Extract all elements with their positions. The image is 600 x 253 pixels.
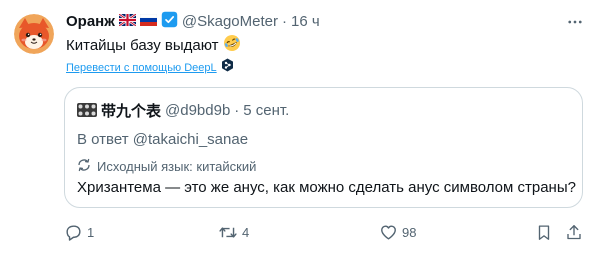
repost-button[interactable]: 4 <box>218 220 249 244</box>
deepl-icon <box>221 58 234 77</box>
quoted-header-separator: · <box>234 101 240 119</box>
share-button[interactable] <box>565 220 583 244</box>
reply-icon <box>66 224 81 241</box>
quoted-author-handle[interactable]: @d9bd9b <box>165 102 230 119</box>
bookmark-button[interactable] <box>535 220 553 244</box>
reply-button[interactable]: 1 <box>64 220 94 244</box>
watches-avatar-icon <box>77 103 97 117</box>
quoted-reply-to[interactable]: В ответ @takaichi_sanae <box>77 130 248 150</box>
quoted-tweet-header: 带九个表 @d9bd9b · 5 сент. <box>77 100 289 120</box>
more-dots-icon <box>568 20 582 24</box>
quoted-source-language: Исходный язык: китайский <box>77 158 256 176</box>
translate-link[interactable]: Перевести с помощью DeepL <box>66 60 217 76</box>
rofl-emoji-icon <box>223 34 241 58</box>
quoted-tweet-text: Хризантема — это же анус, как можно сдел… <box>77 179 576 196</box>
uk-flag-icon <box>118 12 137 32</box>
heart-icon <box>381 224 396 240</box>
tweet-time[interactable]: 16 ч <box>291 12 320 32</box>
author-avatar[interactable] <box>14 14 54 54</box>
quoted-tweet[interactable]: 带九个表 @d9bd9b · 5 сент. В ответ @takaichi… <box>64 87 583 208</box>
translate-icon <box>77 158 91 176</box>
tweet-header: Оранж @SkagoMeter · 16 ч <box>66 11 586 34</box>
share-icon <box>567 224 581 239</box>
tweet-actions: 1 4 98 <box>64 220 584 244</box>
author-handle[interactable]: @SkagoMeter <box>182 12 278 32</box>
tweet-text: Китайцы базу выдают <box>66 34 586 58</box>
quoted-author-name[interactable]: 带九个表 <box>101 100 161 121</box>
translate-row: Перевести с помощью DeepL <box>66 58 586 77</box>
author-name[interactable]: Оранж <box>66 12 115 32</box>
tweet-text-body: Китайцы базу выдают <box>66 37 219 54</box>
bookmark-icon <box>538 224 550 240</box>
more-options-button[interactable] <box>564 12 586 32</box>
tweet: Оранж @SkagoMeter · 16 ч Китайцы базу вы… <box>0 0 600 253</box>
tweet-content: Оранж @SkagoMeter · 16 ч Китайцы базу вы… <box>66 11 586 77</box>
orange-fox-avatar-icon <box>14 14 54 54</box>
like-button[interactable]: 98 <box>379 220 416 244</box>
repost-count: 4 <box>242 224 250 240</box>
quoted-tweet-time[interactable]: 5 сент. <box>243 102 289 119</box>
repost-icon <box>219 226 237 238</box>
like-count: 98 <box>402 224 417 240</box>
verified-badge-icon[interactable] <box>161 11 178 34</box>
quoted-source-language-label: Исходный язык: китайский <box>97 159 257 174</box>
russia-flag-icon <box>139 12 158 32</box>
reply-count: 1 <box>87 224 95 240</box>
header-separator: · <box>281 13 287 30</box>
